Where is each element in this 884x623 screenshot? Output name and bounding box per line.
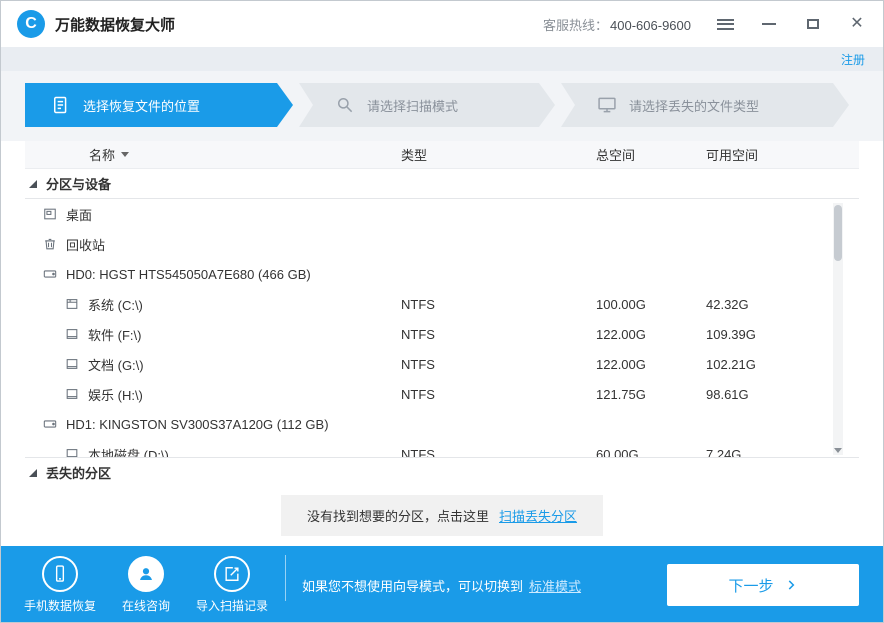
menu-icon[interactable] — [715, 14, 735, 34]
person-icon — [128, 556, 164, 592]
notice-text: 没有找到想要的分区，点击这里 — [307, 506, 489, 525]
notice-area: 没有找到想要的分区，点击这里 扫描丢失分区 — [1, 487, 883, 546]
step-label: 请选择丢失的文件类型 — [629, 96, 759, 115]
service-hotline: 客服热线：400-606-9600 — [543, 15, 691, 34]
partition-type: NTFS — [401, 327, 596, 342]
desktop-icon — [43, 207, 57, 221]
partition-row-c[interactable]: 系统 (C:\) NTFS 100.00G 42.32G — [25, 289, 859, 319]
footer-divider — [285, 555, 286, 601]
document-edit-icon — [51, 95, 71, 115]
section-title: 丢失的分区 — [46, 463, 111, 482]
tree-row-hd0[interactable]: HD0: HGST HTS545050A7E680 (466 GB) — [25, 259, 859, 289]
app-window: C 万能数据恢复大师 客服热线：400-606-9600 ✕ 注册 选择恢复文件… — [0, 0, 884, 623]
partition-row-f[interactable]: 软件 (F:\) NTFS 122.00G 109.39G — [25, 319, 859, 349]
step-label: 请选择扫描模式 — [367, 96, 458, 115]
hard-drive-icon — [43, 267, 57, 281]
partition-total: 122.00G — [596, 327, 706, 342]
partition-total: 60.00G — [596, 447, 706, 458]
scan-lost-partitions-link[interactable]: 扫描丢失分区 — [499, 506, 577, 525]
partition-row-g[interactable]: 文档 (G:\) NTFS 122.00G 102.21G — [25, 349, 859, 379]
chevron-right-icon — [784, 578, 798, 592]
step-label: 选择恢复文件的位置 — [83, 96, 200, 115]
partition-total: 121.75G — [596, 387, 706, 402]
hotline-number: 400-606-9600 — [610, 18, 691, 33]
table-header: 名称 类型 总空间 可用空间 — [25, 141, 859, 169]
recycle-bin-icon — [43, 237, 57, 251]
close-button[interactable]: ✕ — [847, 14, 867, 34]
partition-row-d[interactable]: 本地磁盘 (D:\) NTFS 60.00G 7.24G — [25, 439, 859, 457]
register-link[interactable]: 注册 — [841, 51, 865, 68]
partition-total: 100.00G — [596, 297, 706, 312]
partition-icon — [65, 387, 79, 401]
collapse-triangle-icon — [29, 469, 37, 477]
tree-row-hd1[interactable]: HD1: KINGSTON SV300S37A120G (112 GB) — [25, 409, 859, 439]
monitor-icon — [597, 95, 617, 115]
title-bar: C 万能数据恢复大师 客服热线：400-606-9600 ✕ — [1, 1, 883, 47]
partition-type: NTFS — [401, 447, 596, 458]
tree-row-desktop[interactable]: 桌面 — [25, 199, 859, 229]
sort-caret-icon — [121, 152, 129, 157]
partition-type: NTFS — [401, 357, 596, 372]
column-header-type: 类型 — [401, 145, 596, 164]
mode-hint: 如果您不想使用向导模式，可以切换到 标准模式 — [302, 576, 581, 595]
import-scan-record-button[interactable]: 导入扫描记录 — [189, 556, 275, 614]
scrollbar-thumb[interactable] — [834, 205, 842, 261]
app-title: 万能数据恢复大师 — [55, 14, 175, 35]
partition-icon — [65, 447, 79, 457]
system-partition-icon — [65, 297, 79, 311]
section-devices[interactable]: 分区与设备 — [25, 169, 859, 199]
partition-icon — [65, 327, 79, 341]
action-label: 手机数据恢复 — [24, 597, 96, 614]
search-icon — [335, 95, 355, 115]
scrollbar-down-arrow[interactable] — [833, 448, 843, 453]
section-lost-partitions[interactable]: 丢失的分区 — [25, 457, 859, 487]
sub-strip: 注册 — [1, 47, 883, 71]
hint-text: 如果您不想使用向导模式，可以切换到 — [302, 576, 523, 595]
step-file-type: 请选择丢失的文件类型 — [561, 83, 849, 127]
next-button[interactable]: 下一步 — [667, 564, 859, 606]
step-scan-mode: 请选择扫描模式 — [299, 83, 555, 127]
column-header-name[interactable]: 名称 — [25, 145, 401, 164]
column-header-total: 总空间 — [596, 145, 706, 164]
section-title: 分区与设备 — [46, 174, 111, 193]
scrollbar[interactable] — [833, 203, 843, 455]
partition-type: NTFS — [401, 297, 596, 312]
wizard-steps: 选择恢复文件的位置 请选择扫描模式 请选择丢失的文件类型 — [1, 71, 883, 141]
app-logo-icon: C — [17, 10, 45, 38]
column-header-free: 可用空间 — [706, 145, 859, 164]
import-record-icon — [214, 556, 250, 592]
partition-row-h[interactable]: 娱乐 (H:\) NTFS 121.75G 98.61G — [25, 379, 859, 409]
tree-row-recycle-bin[interactable]: 回收站 — [25, 229, 859, 259]
hard-drive-icon — [43, 417, 57, 431]
partition-type: NTFS — [401, 387, 596, 402]
action-label: 在线咨询 — [122, 597, 170, 614]
standard-mode-link[interactable]: 标准模式 — [529, 576, 581, 595]
lost-partition-notice: 没有找到想要的分区，点击这里 扫描丢失分区 — [281, 495, 603, 536]
minimize-button[interactable] — [759, 14, 779, 34]
hotline-label: 客服热线： — [543, 18, 608, 33]
phone-recovery-button[interactable]: 手机数据恢复 — [17, 556, 103, 614]
maximize-button[interactable] — [803, 14, 823, 34]
phone-icon — [42, 556, 78, 592]
partition-icon — [65, 357, 79, 371]
partition-total: 122.00G — [596, 357, 706, 372]
online-support-button[interactable]: 在线咨询 — [103, 556, 189, 614]
step-select-location[interactable]: 选择恢复文件的位置 — [25, 83, 293, 127]
action-label: 导入扫描记录 — [196, 597, 268, 614]
collapse-triangle-icon — [29, 180, 37, 188]
device-list: 桌面 回收站 HD0: HGST HTS545050A7 — [25, 199, 859, 457]
footer-bar: 手机数据恢复 在线咨询 导入扫描记录 如果您不想使用向导模式，可以切换到 标准模 — [1, 546, 883, 623]
